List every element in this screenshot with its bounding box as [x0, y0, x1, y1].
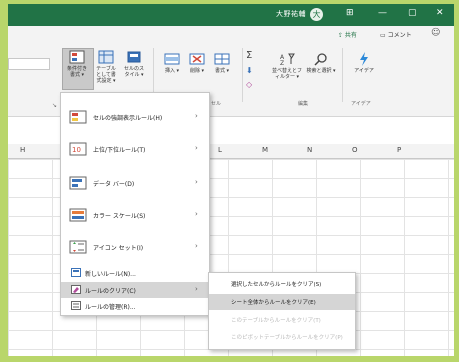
- format-cells-button[interactable]: 書式 ▾: [210, 52, 234, 74]
- column-header-l[interactable]: L: [218, 146, 222, 154]
- dialog-launcher-icon[interactable]: ↘: [52, 102, 57, 109]
- submenu-arrow-icon: ›: [195, 210, 198, 218]
- submenu-arrow-icon: ›: [195, 112, 198, 120]
- menu-item-top-bottom-rules[interactable]: 10 上位/下位ルール(T) ›: [61, 135, 209, 163]
- submenu-item-clear-table: このテーブルからルールをクリア(T): [209, 312, 355, 328]
- find-select-button[interactable]: 検索と選択 ▾: [306, 52, 336, 74]
- column-header-h[interactable]: H: [20, 146, 25, 154]
- insert-cells-icon: [164, 53, 180, 65]
- format-cells-label: 書式 ▾: [214, 68, 230, 74]
- manage-rules-icon: [71, 301, 81, 310]
- submenu-item-label: 選択したセルからルールをクリア(S): [231, 282, 322, 288]
- sort-filter-button[interactable]: AZ 並べ替えとフィルター ▾: [270, 52, 304, 80]
- top-bottom-rules-icon: 10: [69, 142, 87, 156]
- ideas-label: アイデア: [354, 68, 374, 74]
- menu-item-label: カラー スケール(S): [93, 213, 146, 220]
- data-bars-icon: [69, 176, 87, 190]
- insert-cells-button[interactable]: 挿入 ▾: [160, 52, 184, 74]
- submenu-arrow-icon: ›: [195, 285, 198, 293]
- format-cells-icon: [214, 53, 230, 65]
- conditional-format-button[interactable]: 条件付き書式 ▾: [65, 50, 89, 78]
- ribbon-display-options-icon[interactable]: ⊞: [346, 8, 354, 18]
- menu-item-label: 上位/下位ルール(T): [93, 147, 146, 154]
- share-button[interactable]: ⇪ 共有: [338, 30, 357, 39]
- menu-item-label: セルの強調表示ルール(H): [93, 115, 163, 122]
- column-header-m[interactable]: M: [262, 146, 268, 154]
- submenu-arrow-icon: ›: [195, 178, 198, 186]
- minimize-button[interactable]: —: [378, 8, 387, 18]
- maximize-button[interactable]: ▢: [408, 8, 417, 18]
- clear-icon[interactable]: ◇: [246, 80, 252, 89]
- highlight-rules-icon: [69, 110, 87, 124]
- cells-group-label: セル: [211, 101, 222, 107]
- format-as-table-icon: [98, 50, 114, 64]
- format-as-table-button[interactable]: テーブルとして書式設定 ▾: [94, 50, 118, 84]
- ribbon-separator: [242, 48, 243, 102]
- find-select-icon: [314, 53, 327, 66]
- conditional-format-icon: [69, 50, 85, 64]
- excel-window: 大野祐輔 大 ⊞ — ▢ ✕ ⇪ 共有 ▭ コメント ☺ ↘ 条件付き書式 ▾ …: [8, 4, 454, 356]
- clear-rules-submenu: 選択したセルからルールをクリア(S) シート全体からルールをクリア(E) このテ…: [208, 272, 356, 350]
- conditional-format-menu: セルの強調表示ルール(H) › 10 上位/下位ルール(T) › データ バー(…: [60, 92, 210, 316]
- column-header-o[interactable]: O: [352, 146, 358, 154]
- menu-item-label: ルールの管理(R)...: [85, 304, 136, 311]
- ideas-group-label: アイデア: [351, 101, 371, 107]
- font-size-dropdown[interactable]: [8, 58, 50, 70]
- insert-cells-label: 挿入 ▾: [164, 68, 180, 74]
- ideas-icon: [360, 52, 368, 66]
- format-as-table-label: テーブルとして書式設定 ▾: [96, 66, 116, 84]
- submenu-item-clear-pivot: このピボットテーブルからルールをクリア(P): [209, 329, 355, 345]
- close-button[interactable]: ✕: [436, 8, 444, 18]
- new-rule-icon: [71, 268, 81, 277]
- submenu-arrow-icon: ›: [195, 242, 198, 250]
- submenu-item-clear-sheet[interactable]: シート全体からルールをクリア(E): [209, 294, 355, 310]
- delete-cells-icon: [189, 53, 205, 65]
- svg-text:10: 10: [72, 146, 81, 154]
- submenu-item-label: このピボットテーブルからルールをクリア(P): [231, 335, 343, 341]
- sort-filter-icon: AZ: [280, 53, 295, 66]
- menu-item-highlight-rules[interactable]: セルの強調表示ルール(H) ›: [61, 103, 209, 131]
- svg-text:Z: Z: [280, 60, 284, 66]
- find-select-label: 検索と選択 ▾: [306, 68, 336, 74]
- feedback-smile-icon[interactable]: ☺: [431, 28, 440, 38]
- submenu-item-label: シート全体からルールをクリア(E): [231, 300, 316, 306]
- delete-cells-label: 削除 ▾: [189, 68, 205, 74]
- conditional-format-label: 条件付き書式 ▾: [66, 66, 87, 78]
- cell-styles-button[interactable]: セルのスタイル ▾: [122, 50, 146, 78]
- icon-sets-icon: [69, 240, 87, 254]
- submenu-arrow-icon: ›: [195, 144, 198, 152]
- menu-item-label: データ バー(D): [93, 181, 135, 188]
- column-header-n[interactable]: N: [307, 146, 312, 154]
- comment-button[interactable]: ▭ コメント: [380, 30, 412, 39]
- user-avatar[interactable]: 大: [310, 8, 323, 21]
- fill-icon[interactable]: ⬇: [246, 66, 253, 75]
- clear-rules-icon: [71, 285, 81, 294]
- submenu-item-clear-selected[interactable]: 選択したセルからルールをクリア(S): [209, 276, 355, 292]
- delete-cells-button[interactable]: 削除 ▾: [185, 52, 209, 74]
- menu-item-clear-rules[interactable]: ルールのクリア(C) ›: [61, 282, 209, 298]
- color-scales-icon: [69, 208, 87, 222]
- submenu-item-label: このテーブルからルールをクリア(T): [231, 318, 321, 324]
- ideas-button[interactable]: アイデア: [352, 52, 376, 74]
- menu-item-color-scales[interactable]: カラー スケール(S) ›: [61, 201, 209, 229]
- menu-item-icon-sets[interactable]: アイコン セット(I) ›: [61, 233, 209, 261]
- menu-item-manage-rules[interactable]: ルールの管理(R)...: [61, 298, 209, 314]
- autosum-icon[interactable]: Σ: [246, 50, 252, 61]
- menu-item-label: アイコン セット(I): [93, 245, 144, 252]
- ribbon-separator: [342, 48, 343, 102]
- cell-styles-icon: [127, 51, 141, 63]
- title-bar: 大野祐輔 大 ⊞ — ▢ ✕: [8, 4, 454, 26]
- column-header-p[interactable]: P: [397, 146, 401, 154]
- menu-item-label: 新しいルール(N)...: [85, 271, 136, 278]
- menu-item-new-rule[interactable]: 新しいルール(N)...: [61, 265, 209, 281]
- editing-group-label: 編集: [298, 101, 309, 107]
- menu-item-label: ルールのクリア(C): [85, 288, 136, 295]
- user-name: 大野祐輔: [276, 10, 306, 18]
- cell-styles-label: セルのスタイル ▾: [123, 66, 144, 78]
- sort-filter-label: 並べ替えとフィルター ▾: [271, 68, 302, 80]
- menu-item-data-bars[interactable]: データ バー(D) ›: [61, 169, 209, 197]
